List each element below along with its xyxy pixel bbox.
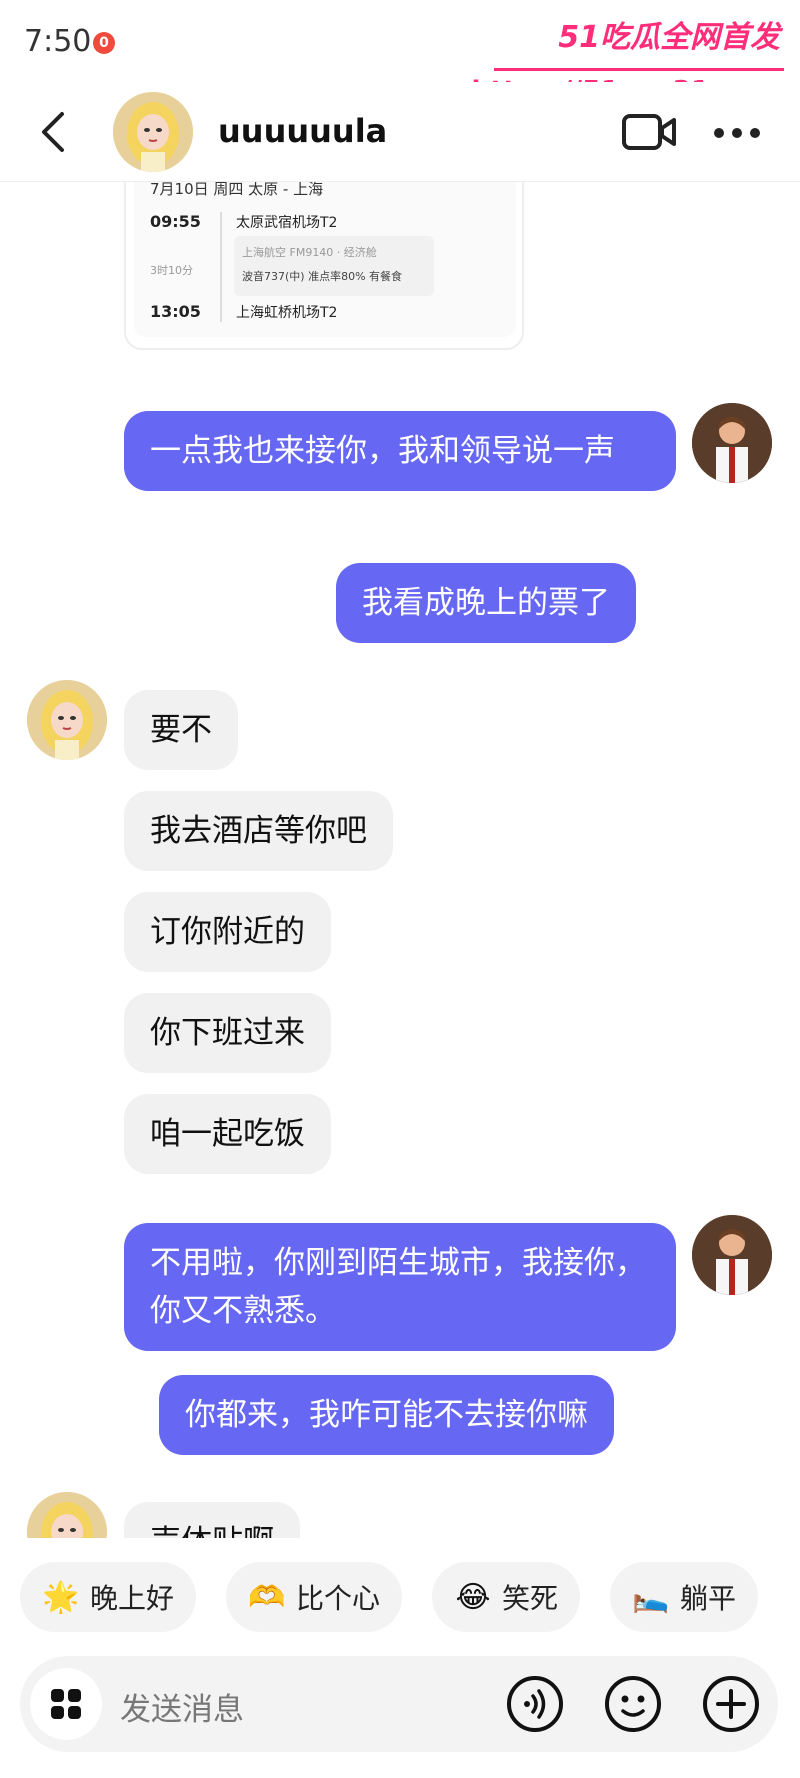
quick-reply-heart[interactable]: 🫶 比个心 xyxy=(226,1562,403,1632)
quick-reply-label: 笑死 xyxy=(502,1582,559,1615)
message-bubble-outgoing[interactable]: 你都来，我咋可能不去接你嘛 xyxy=(159,1375,614,1455)
flight-arrive-airport: 上海虹桥机场T2 xyxy=(236,305,338,321)
lying-flat-icon: 🛌 xyxy=(632,1579,670,1615)
quick-reply-label: 躺平 xyxy=(680,1582,737,1615)
flight-date-route: 7月10日 周四 太原 - 上海 xyxy=(150,182,324,198)
video-call-icon[interactable] xyxy=(622,112,676,152)
voice-icon[interactable] xyxy=(505,1674,565,1734)
apps-grid-icon xyxy=(51,1689,81,1719)
flight-card[interactable]: 7月10日 周四 太原 - 上海 09:55 3时10分 13:05 太原武宿机… xyxy=(124,182,524,350)
message-input[interactable]: 发送消息 xyxy=(120,1684,244,1729)
quick-reply-label: 比个心 xyxy=(296,1582,381,1615)
laughing-icon: 😂 xyxy=(455,1579,491,1615)
message-bubble-outgoing[interactable]: 一点我也来接你，我和领导说一声 xyxy=(124,411,676,491)
watermark-line xyxy=(494,68,784,71)
apps-button[interactable] xyxy=(30,1668,102,1740)
flight-depart-time: 09:55 xyxy=(150,212,201,231)
message-bubble-incoming[interactable]: 要不 xyxy=(124,690,238,770)
contact-name: uuuuuula xyxy=(218,112,388,150)
quick-reply-bar: 🌟 晚上好 🫶 比个心 😂 笑死 🛌 躺平 xyxy=(0,1562,800,1634)
quick-reply-laugh[interactable]: 😂 笑死 xyxy=(432,1562,581,1632)
notification-badge: 0 xyxy=(93,32,115,54)
flight-airline: 上海航空 FM9140 · 经济舱 xyxy=(242,246,377,259)
message-bubble-incoming[interactable]: 咱一起吃饭 xyxy=(124,1094,331,1174)
flight-segment: 上海航空 FM9140 · 经济舱 波音737(中) 准点率80% 有餐食 xyxy=(234,236,434,296)
quick-reply-good-evening[interactable]: 🌟 晚上好 xyxy=(20,1562,197,1632)
message-bubble-incoming[interactable]: 我去酒店等你吧 xyxy=(124,791,393,871)
message-bubble-incoming[interactable]: 订你附近的 xyxy=(124,892,331,972)
contact-avatar[interactable] xyxy=(27,680,107,760)
watermark-logo: 51吃瓜全网首发 xyxy=(558,20,780,55)
flight-aircraft-info: 波音737(中) 准点率80% 有餐食 xyxy=(242,270,403,283)
flight-timeline xyxy=(220,212,222,322)
flight-card-body: 7月10日 周四 太原 - 上海 09:55 3时10分 13:05 太原武宿机… xyxy=(134,182,516,337)
status-time: 7:50 xyxy=(24,24,92,59)
contact-avatar[interactable] xyxy=(27,1492,107,1538)
quick-reply-lie-flat[interactable]: 🛌 躺平 xyxy=(610,1562,759,1632)
flight-duration: 3时10分 xyxy=(150,264,193,277)
message-bubble-outgoing[interactable]: 不用啦，你刚到陌生城市，我接你，你又不熟悉。 xyxy=(124,1223,676,1351)
message-input-bar: 发送消息 xyxy=(20,1656,778,1752)
my-avatar[interactable] xyxy=(692,403,772,483)
my-avatar[interactable] xyxy=(692,1215,772,1295)
heart-hands-icon: 🫶 xyxy=(248,1579,286,1615)
message-bubble-outgoing[interactable]: 我看成晚上的票了 xyxy=(336,563,636,643)
back-icon[interactable] xyxy=(38,110,68,154)
quick-reply-label: 晚上好 xyxy=(90,1582,175,1615)
emoji-icon[interactable] xyxy=(603,1674,663,1734)
more-icon[interactable] xyxy=(712,126,762,140)
plus-icon[interactable] xyxy=(701,1674,761,1734)
message-bubble-incoming[interactable]: 你下班过来 xyxy=(124,993,331,1073)
message-bubble-incoming[interactable]: 声体贴啊 xyxy=(124,1502,300,1538)
flight-arrive-time: 13:05 xyxy=(150,302,201,321)
star-face-icon: 🌟 xyxy=(42,1579,80,1615)
flight-depart-airport: 太原武宿机场T2 xyxy=(236,215,338,231)
contact-avatar[interactable] xyxy=(113,92,193,172)
chat-header: uuuuuula xyxy=(0,82,800,182)
chat-area[interactable]: 7月10日 周四 太原 - 上海 09:55 3时10分 13:05 太原武宿机… xyxy=(0,182,800,1538)
